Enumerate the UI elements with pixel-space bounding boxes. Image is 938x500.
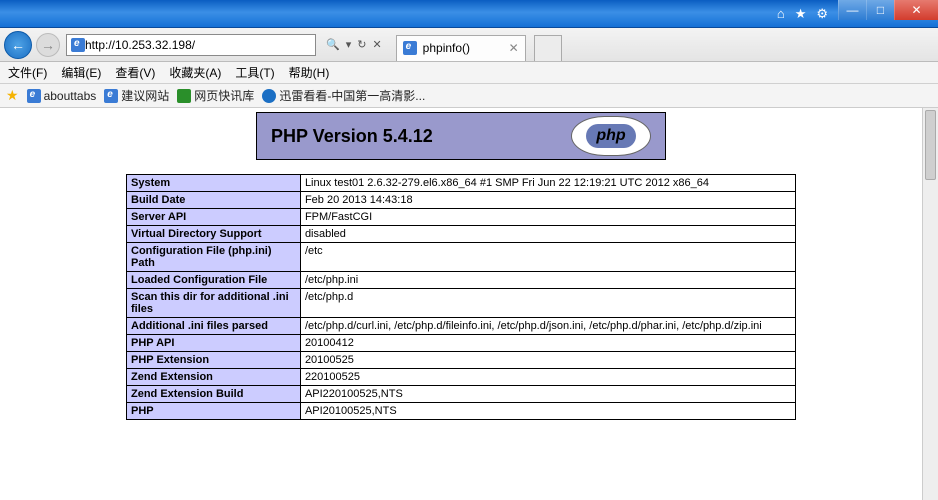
ie-fav-icon [27,89,41,103]
phpinfo-value: 20100412 [300,335,795,352]
menu-file[interactable]: 文件(F) [8,64,47,81]
close-button[interactable]: ✕ [894,0,938,20]
table-row: Scan this dir for additional .ini files/… [127,289,796,318]
table-row: Additional .ini files parsed/etc/php.d/c… [127,318,796,335]
phpinfo-value: /etc/php.d/curl.ini, /etc/php.d/fileinfo… [300,318,795,335]
refresh-icon[interactable]: ↻ [357,38,366,51]
phpinfo-value: FPM/FastCGI [300,209,795,226]
browser-navbar: ← → http://10.253.32.198/ 🔍 ▾ ↻ ✕ phpinf… [0,28,938,62]
dropdown-icon[interactable]: ▾ [346,38,352,51]
menu-favorites[interactable]: 收藏夹(A) [169,64,221,81]
tab-phpinfo[interactable]: phpinfo() ✕ [396,35,526,61]
search-icon[interactable]: 🔍 [326,38,340,51]
tab-title: phpinfo() [423,41,470,55]
table-row: Build DateFeb 20 2013 14:43:18 [127,192,796,209]
php-version-header: PHP Version 5.4.12 php [256,112,666,160]
scrollbar-thumb[interactable] [925,110,936,180]
phpinfo-value: Feb 20 2013 14:43:18 [300,192,795,209]
fav-abouttabs[interactable]: abouttabs [27,89,97,103]
fav-suggested-sites[interactable]: 建议网站 [104,87,169,104]
menu-edit[interactable]: 编辑(E) [61,64,101,81]
phpinfo-key: Configuration File (php.ini) Path [127,243,301,272]
forward-button[interactable]: → [36,33,60,57]
phpinfo-value: /etc/php.d [300,289,795,318]
address-url: http://10.253.32.198/ [85,38,195,52]
vertical-scrollbar[interactable] [922,108,938,500]
phpinfo-key: Virtual Directory Support [127,226,301,243]
menu-view[interactable]: 查看(V) [115,64,155,81]
phpinfo-value: Linux test01 2.6.32-279.el6.x86_64 #1 SM… [300,175,795,192]
phpinfo-value: 20100525 [300,352,795,369]
phpinfo-value: /etc/php.ini [300,272,795,289]
phpinfo-value: /etc [300,243,795,272]
phpinfo-key: Loaded Configuration File [127,272,301,289]
phpinfo-value: 220100525 [300,369,795,386]
table-row: Configuration File (php.ini) Path/etc [127,243,796,272]
add-favorite-icon[interactable]: ★ [6,87,19,104]
phpinfo-key: PHP Extension [127,352,301,369]
xunlei-icon [262,89,276,103]
address-bar[interactable]: http://10.253.32.198/ [66,34,316,56]
new-tab-button[interactable] [534,35,562,61]
phpinfo-value: disabled [300,226,795,243]
ie-fav-icon [104,89,118,103]
fav-xunlei[interactable]: 迅雷看看-中国第一高清影... [262,87,425,104]
phpinfo-key: Additional .ini files parsed [127,318,301,335]
home-icon[interactable]: ⌂ [777,6,785,22]
table-row: Virtual Directory Supportdisabled [127,226,796,243]
php-logo: php [571,116,651,156]
phpinfo-key: Zend Extension [127,369,301,386]
tab-close-icon[interactable]: ✕ [509,41,519,55]
table-row: Server APIFPM/FastCGI [127,209,796,226]
table-row: PHP API20100412 [127,335,796,352]
webslice-icon [177,89,191,103]
phpinfo-key: Zend Extension Build [127,386,301,403]
back-button[interactable]: ← [4,31,32,59]
ie-tab-icon [403,41,417,55]
fav-webslice[interactable]: 网页快讯库 [177,87,254,104]
address-controls: 🔍 ▾ ↻ ✕ [320,38,388,51]
menu-bar: 文件(F) 编辑(E) 查看(V) 收藏夹(A) 工具(T) 帮助(H) [0,62,938,84]
table-row: PHPAPI20100525,NTS [127,403,796,420]
table-row: Zend Extension BuildAPI220100525,NTS [127,386,796,403]
menu-help[interactable]: 帮助(H) [289,64,330,81]
phpinfo-key: PHP API [127,335,301,352]
phpinfo-key: PHP [127,403,301,420]
table-row: Loaded Configuration File/etc/php.ini [127,272,796,289]
phpinfo-key: Build Date [127,192,301,209]
phpinfo-table: SystemLinux test01 2.6.32-279.el6.x86_64… [126,174,796,420]
table-row: PHP Extension20100525 [127,352,796,369]
maximize-button[interactable]: □ [866,0,894,20]
phpinfo-value: API220100525,NTS [300,386,795,403]
php-version-title: PHP Version 5.4.12 [271,126,433,147]
favorites-star-icon[interactable]: ★ [795,6,807,22]
table-row: SystemLinux test01 2.6.32-279.el6.x86_64… [127,175,796,192]
phpinfo-value: API20100525,NTS [300,403,795,420]
table-row: Zend Extension220100525 [127,369,796,386]
stop-icon[interactable]: ✕ [372,38,381,51]
page-content: PHP Version 5.4.12 php SystemLinux test0… [0,108,922,500]
tools-gear-icon[interactable]: ⚙ [816,6,828,22]
window-titlebar: ⌂ ★ ⚙ — □ ✕ [0,0,938,28]
ie-page-icon [71,38,85,52]
phpinfo-key: Scan this dir for additional .ini files [127,289,301,318]
menu-tools[interactable]: 工具(T) [235,64,274,81]
minimize-button[interactable]: — [838,0,866,20]
phpinfo-key: Server API [127,209,301,226]
favorites-bar: ★ abouttabs 建议网站 网页快讯库 迅雷看看-中国第一高清影... [0,84,938,108]
phpinfo-key: System [127,175,301,192]
